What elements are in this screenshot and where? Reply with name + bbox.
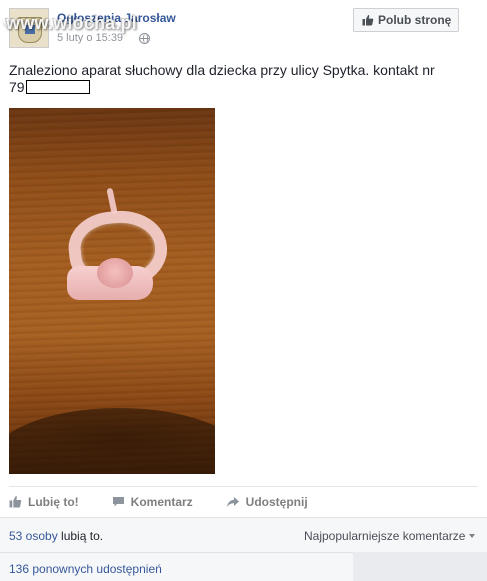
comment-icon (112, 496, 124, 506)
share-button[interactable]: Udostępnij (226, 495, 308, 509)
share-arrow-icon (226, 496, 239, 507)
thumbs-up-icon (362, 14, 374, 26)
post-footer: 53 osoby lubią to. Najpopularniejsze kom… (0, 517, 487, 581)
post-text: Znaleziono aparat słuchowy dla dziecka p… (9, 62, 469, 96)
table-edge-shadow (9, 408, 215, 474)
redacted-phone-box (25, 80, 90, 94)
likes-count-link[interactable]: 53 osoby (9, 529, 58, 543)
device-knob (97, 258, 133, 288)
like-button[interactable]: Lubię to! (9, 495, 79, 509)
like-page-label: Polub stronę (378, 13, 452, 27)
globe-icon (139, 33, 150, 44)
comment-sort-label: Najpopularniejsze komentarze (304, 529, 466, 543)
like-page-button[interactable]: Polub stronę (353, 8, 459, 32)
post-actions-bar: Lubię to! Komentarz Udostępnij (9, 486, 478, 516)
post-card: Ogłoszenia Jarosław 5 luty o 15:39 ♥ www… (0, 0, 487, 581)
post-text-line-2: 79 (9, 79, 469, 96)
comment-sort-dropdown[interactable]: Najpopularniejsze komentarze (304, 529, 476, 543)
shares-count-link[interactable]: 136 ponownych udostępnień (9, 562, 162, 576)
site-watermark: www.wiocha.pl (6, 13, 137, 33)
comment-button[interactable]: Komentarz (112, 495, 193, 509)
post-photo[interactable] (9, 108, 215, 474)
share-button-label: Udostępnij (245, 494, 308, 509)
thumbs-up-icon (9, 496, 22, 508)
likes-summary: 53 osoby lubią to. (9, 529, 103, 543)
phone-prefix: 79 (9, 79, 25, 95)
footer-divider (0, 552, 353, 553)
background-strip (353, 552, 487, 581)
comment-button-label: Komentarz (130, 494, 193, 509)
like-button-label: Lubię to! (28, 494, 79, 509)
post-text-line: Znaleziono aparat słuchowy dla dziecka p… (9, 62, 435, 78)
caret-down-icon (469, 534, 476, 538)
likes-suffix: lubią to. (61, 529, 104, 543)
